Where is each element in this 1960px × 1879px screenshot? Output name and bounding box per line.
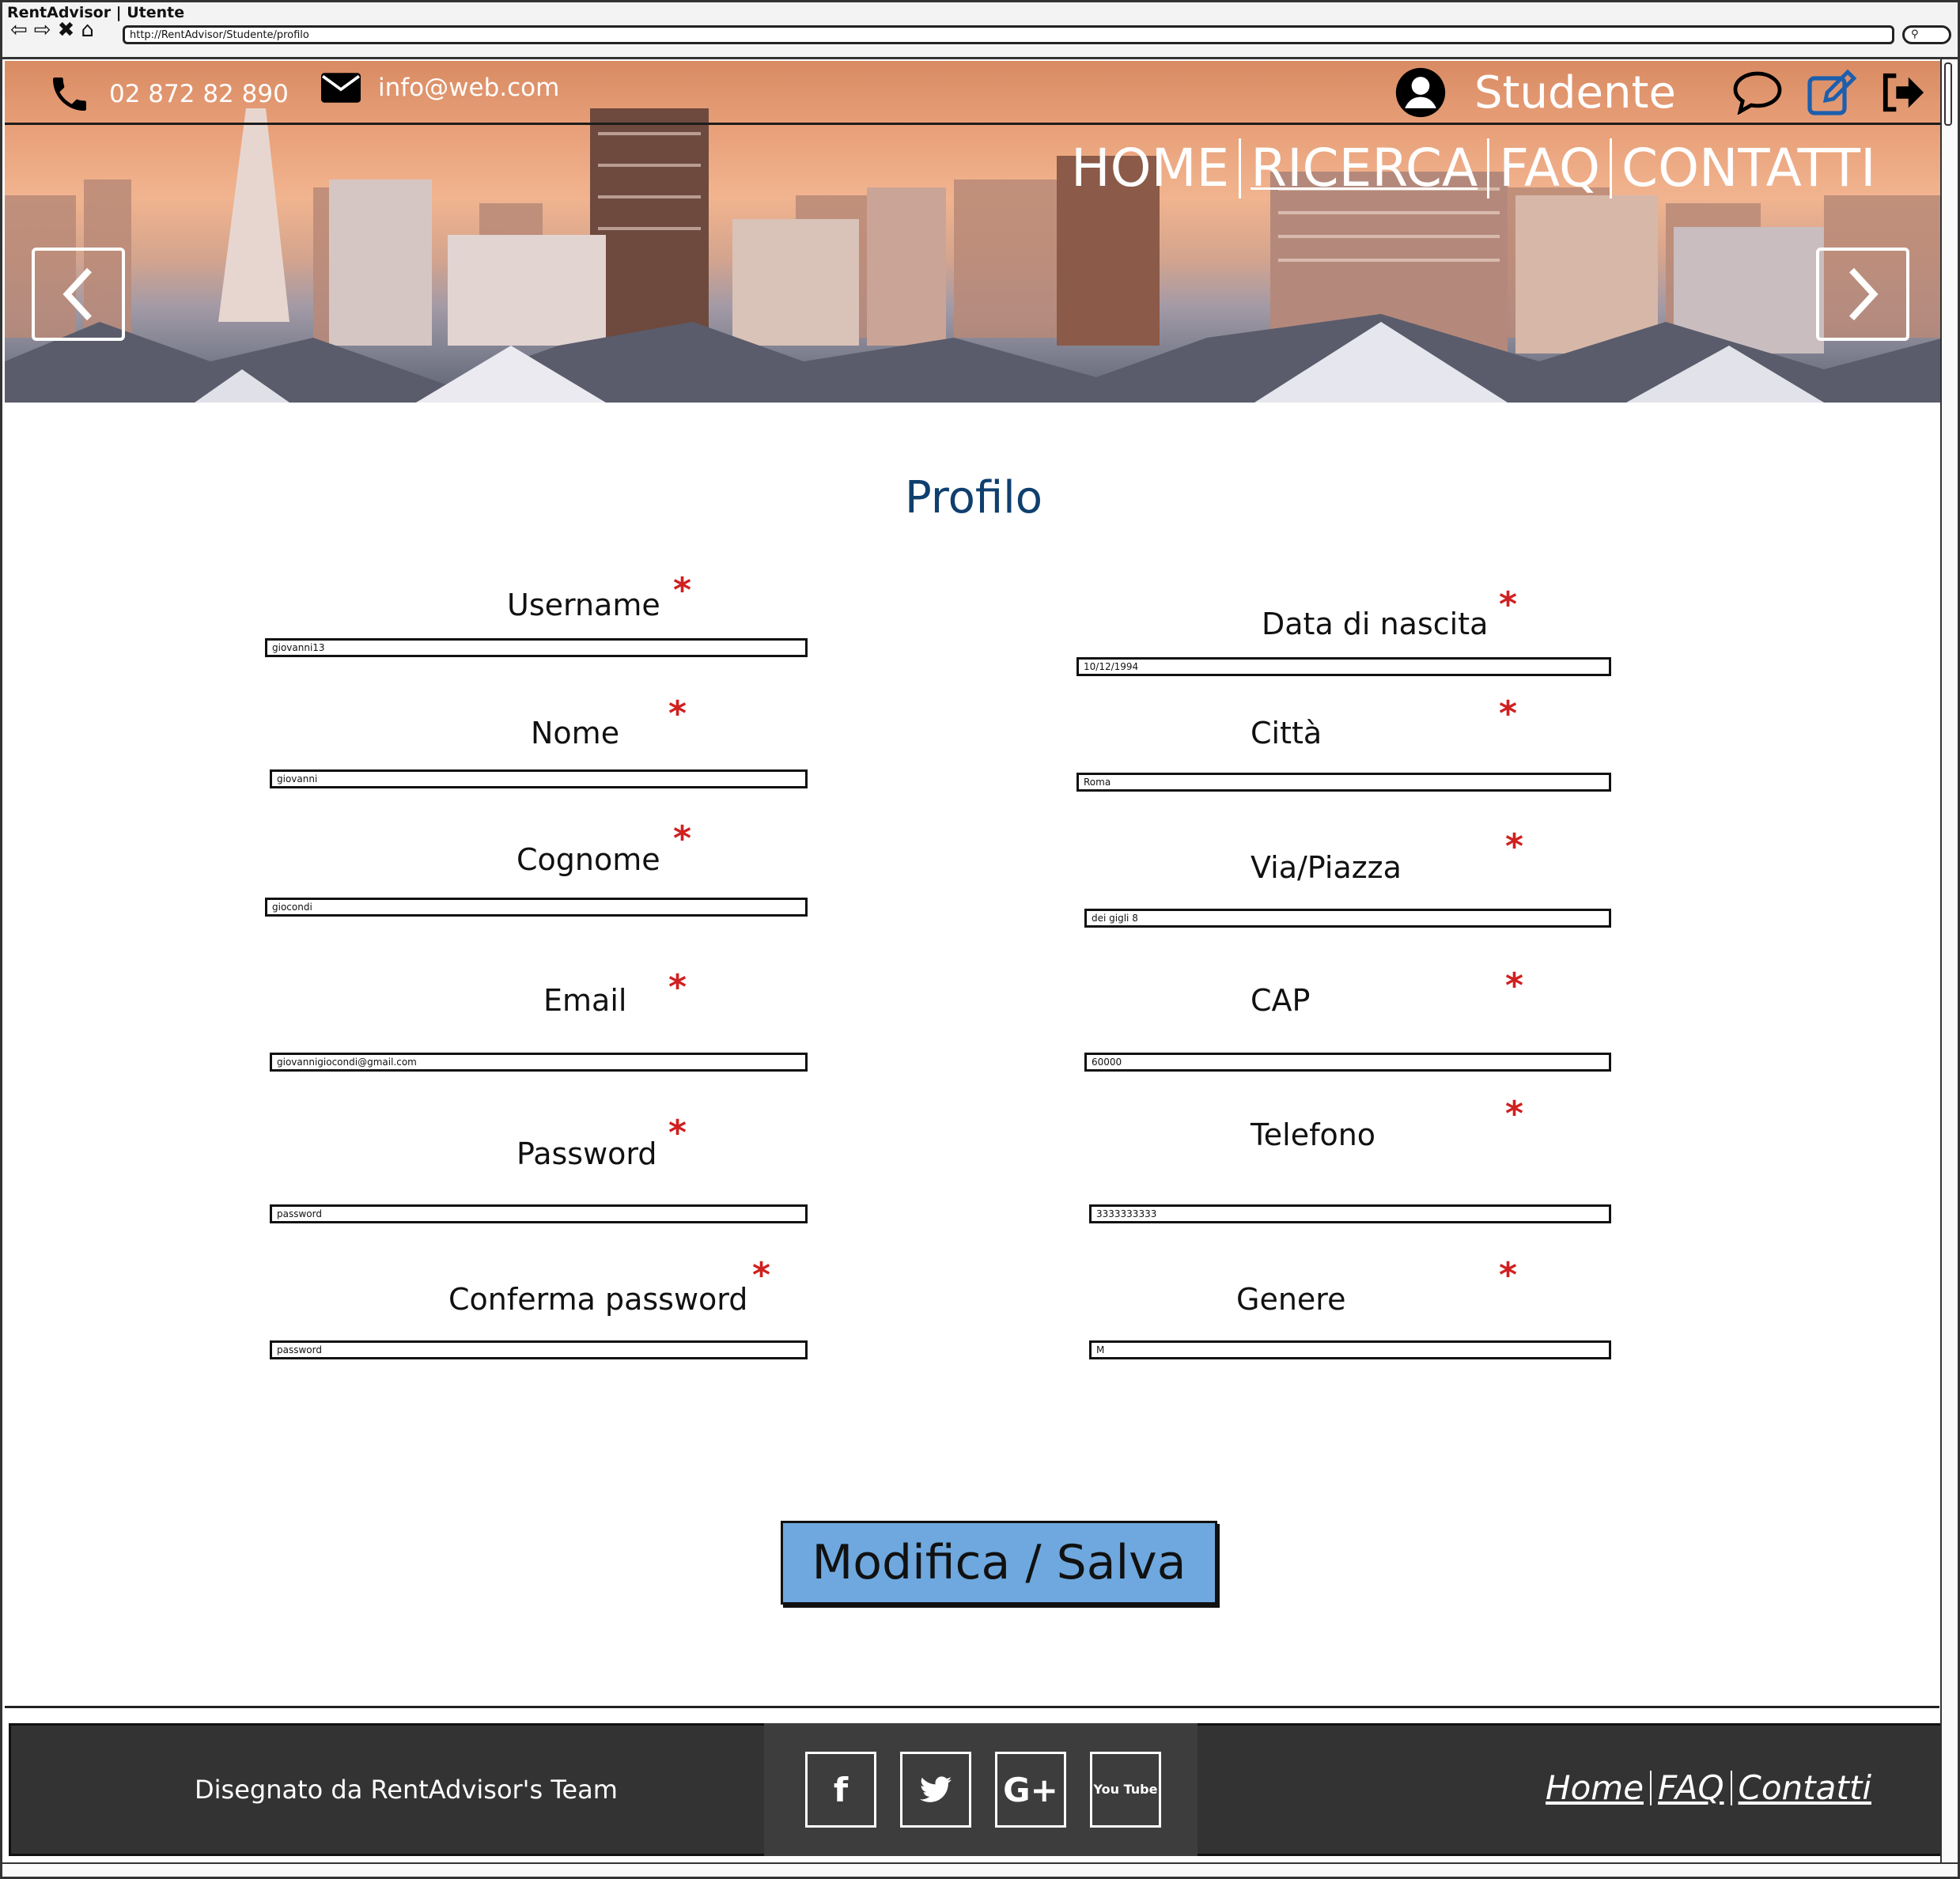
- cap-field[interactable]: [1084, 1053, 1611, 1072]
- nav-faq[interactable]: FAQ: [1489, 137, 1610, 200]
- data-nascita-field[interactable]: [1076, 657, 1611, 676]
- required-mark: *: [668, 967, 687, 1008]
- mail-icon: [321, 73, 361, 103]
- close-icon[interactable]: ✖: [58, 20, 75, 40]
- cap-label: CAP: [1251, 983, 1311, 1018]
- nav-home[interactable]: HOME: [1061, 137, 1239, 200]
- genere-label: Genere: [1236, 1282, 1346, 1317]
- carousel-next-button[interactable]: [1816, 248, 1909, 341]
- phone-icon: [53, 78, 86, 111]
- footer-link-faq[interactable]: FAQ: [1652, 1768, 1731, 1807]
- telefono-field[interactable]: [1089, 1204, 1611, 1223]
- chevron-right-icon: [1848, 267, 1879, 321]
- user-role-label: Studente: [1474, 66, 1676, 119]
- nav-ricerca[interactable]: RICERCA: [1241, 137, 1487, 200]
- youtube-icon[interactable]: You Tube: [1090, 1752, 1161, 1828]
- forward-arrow-icon[interactable]: ⇨: [34, 20, 51, 40]
- page-title: Profilo: [905, 472, 1042, 524]
- required-mark: *: [1505, 1094, 1524, 1134]
- horizontal-scrollbar[interactable]: [2, 1862, 1958, 1877]
- citta-label: Città: [1251, 716, 1322, 750]
- footer-divider: [5, 1706, 1939, 1708]
- required-mark: *: [1505, 966, 1524, 1006]
- footer-link-contatti[interactable]: Contatti: [1732, 1768, 1878, 1807]
- citta-field[interactable]: [1076, 773, 1611, 792]
- header-icons: [1732, 69, 1927, 116]
- nome-field[interactable]: [270, 769, 808, 788]
- required-mark: *: [1499, 1255, 1518, 1295]
- phone-number: 02 872 82 890: [109, 80, 289, 108]
- user-area[interactable]: Studente: [1394, 66, 1676, 119]
- twitter-icon[interactable]: [900, 1752, 971, 1828]
- conferma-password-field[interactable]: [270, 1340, 808, 1359]
- footer-links: Home FAQ Contatti: [1539, 1768, 1878, 1807]
- logout-icon[interactable]: [1881, 72, 1927, 113]
- carousel-prev-button[interactable]: [32, 248, 125, 341]
- main-nav: HOME RICERCA FAQ CONTATTI: [1061, 137, 1886, 200]
- footer-credit: Disegnato da RentAdvisor's Team: [195, 1775, 618, 1805]
- nome-label: Nome: [531, 716, 620, 750]
- username-field[interactable]: [265, 638, 808, 657]
- back-arrow-icon[interactable]: ⇦: [10, 20, 28, 40]
- required-mark: *: [673, 819, 692, 859]
- email-address: info@web.com: [378, 74, 560, 102]
- required-mark: *: [673, 570, 692, 611]
- nav-contatti[interactable]: CONTATTI: [1612, 137, 1886, 200]
- edit-icon[interactable]: [1807, 69, 1857, 116]
- data-nascita-label: Data di nascita: [1262, 607, 1489, 641]
- username-label: Username: [507, 588, 660, 622]
- browser-window: RentAdvisor | Utente ⇦ ⇨ ✖ ⌂ http://Rent…: [0, 0, 1960, 1879]
- chevron-left-icon: [62, 267, 93, 321]
- google-plus-icon[interactable]: G+: [995, 1752, 1066, 1828]
- required-mark: *: [752, 1255, 771, 1295]
- footer: Disegnato da RentAdvisor's Team f G+ You…: [9, 1723, 1943, 1856]
- footer-link-home[interactable]: Home: [1539, 1768, 1650, 1807]
- required-mark: *: [1505, 826, 1524, 867]
- phone-contact: 02 872 82 890: [47, 72, 289, 116]
- conferma-password-label: Conferma password: [448, 1282, 748, 1317]
- search-icon: ⚲: [1911, 28, 1919, 40]
- user-icon[interactable]: [1394, 66, 1447, 119]
- required-mark: *: [1499, 694, 1518, 734]
- genere-field[interactable]: [1089, 1340, 1611, 1359]
- cognome-label: Cognome: [516, 842, 660, 877]
- browser-toolbar: RentAdvisor | Utente ⇦ ⇨ ✖ ⌂ http://Rent…: [2, 2, 1958, 59]
- cognome-field[interactable]: [265, 898, 808, 917]
- telefono-label: Telefono: [1251, 1117, 1376, 1152]
- url-bar[interactable]: http://RentAdvisor/Studente/profilo: [123, 25, 1894, 44]
- required-mark: *: [668, 694, 687, 734]
- save-button[interactable]: Modifica / Salva: [781, 1521, 1217, 1605]
- header-divider: [5, 123, 1944, 125]
- home-icon[interactable]: ⌂: [81, 20, 94, 40]
- browser-nav-buttons: ⇦ ⇨ ✖ ⌂: [10, 20, 94, 40]
- browser-search-box[interactable]: ⚲: [1902, 25, 1951, 44]
- email-label: Email: [543, 983, 627, 1018]
- email-contact: info@web.com: [321, 72, 559, 104]
- email-field[interactable]: [270, 1053, 808, 1072]
- password-label: Password: [516, 1136, 657, 1171]
- chat-icon[interactable]: [1732, 70, 1783, 115]
- hero-banner: 02 872 82 890 info@web.com Studente HOME…: [5, 61, 1944, 403]
- password-field[interactable]: [270, 1204, 808, 1223]
- via-piazza-field[interactable]: [1084, 909, 1611, 928]
- social-links: f G+ You Tube: [764, 1723, 1198, 1856]
- via-piazza-label: Via/Piazza: [1251, 850, 1402, 885]
- scrollbar-thumb[interactable]: [1944, 62, 1952, 126]
- vertical-scrollbar[interactable]: [1940, 59, 1956, 1866]
- required-mark: *: [668, 1113, 687, 1153]
- facebook-icon[interactable]: f: [805, 1752, 876, 1828]
- required-mark: *: [1499, 584, 1518, 625]
